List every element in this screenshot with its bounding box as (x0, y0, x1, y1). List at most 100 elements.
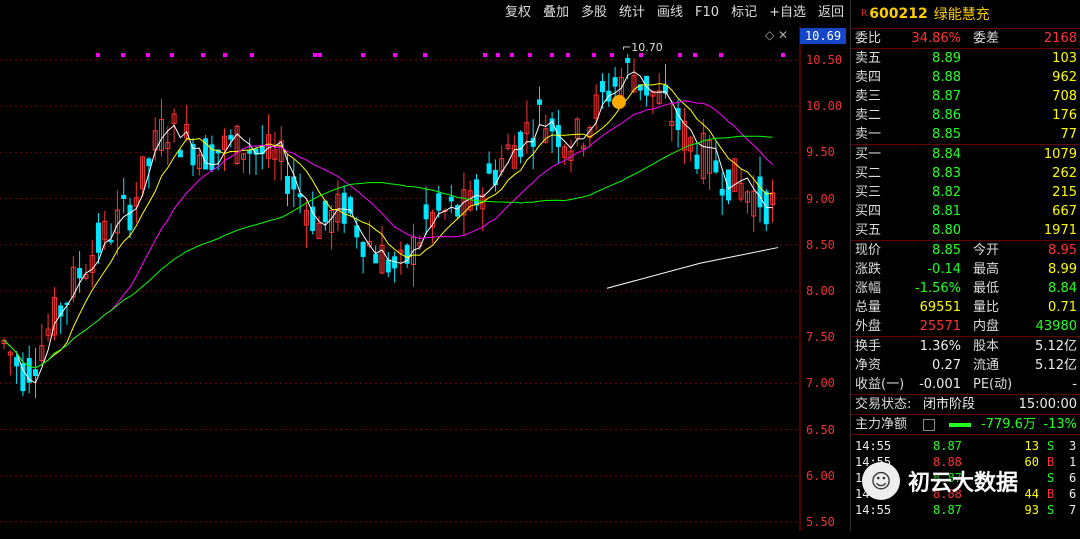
asks-price: 8.89 (932, 51, 961, 66)
ma20-line (3, 100, 773, 369)
toolbar-button-0[interactable]: 复权 (499, 0, 537, 26)
signal-marker (318, 53, 322, 57)
candle-body (322, 200, 328, 223)
candle-body (20, 363, 26, 392)
quote-panel: R 600212 绿能慧充 委比 34.86% 委差 2168 卖五 8.89 10… (850, 0, 1080, 531)
asks-label: 卖一 (855, 127, 882, 142)
candle-body (373, 253, 379, 264)
quote-label-2: 今开 (973, 243, 1000, 258)
bids-row[interactable]: 买一 8.84 1079 (851, 145, 1080, 164)
candle-body (108, 240, 114, 243)
signal-marker (610, 53, 614, 57)
bids-price: 8.82 (932, 185, 961, 200)
signal-marker (313, 53, 317, 57)
bids-label: 买二 (855, 166, 882, 181)
high-price-marker: ⌐10.70 (622, 41, 663, 54)
quote-value-2: 0.71 (1048, 300, 1077, 315)
y-tick-label: 7.00 (806, 376, 835, 391)
signal-marker (678, 53, 682, 57)
menu-icon[interactable] (923, 419, 935, 431)
bids-price: 8.81 (932, 204, 961, 219)
asks-row[interactable]: 卖一 8.85 77 (851, 125, 1080, 144)
asks-row[interactable]: 卖二 8.86 176 (851, 106, 1080, 125)
candle-body (96, 222, 101, 253)
trade-volume: 93 (1024, 503, 1039, 517)
quote-label: 现价 (855, 243, 882, 258)
signal-marker (423, 53, 427, 57)
asks-row[interactable]: 卖五 8.89 103 (851, 49, 1080, 68)
toolbar-button-2[interactable]: 多股 (575, 0, 613, 26)
candle-body (757, 176, 763, 208)
y-tick-label: 6.00 (806, 468, 835, 483)
candle-body (518, 131, 524, 157)
signal-marker (496, 53, 500, 57)
y-tick-label: 9.50 (806, 145, 835, 160)
bids-row[interactable]: 买三 8.82 215 (851, 183, 1080, 202)
quote-label-2: 量比 (973, 300, 1000, 315)
toolbar-button-4[interactable]: 画线 (651, 0, 689, 26)
asks-label: 卖二 (855, 108, 882, 123)
asks-volume: 103 (1052, 51, 1077, 66)
chart-diamond-icon[interactable]: ◇ ✕ (765, 28, 788, 42)
toolbar-button-6[interactable]: 标记 (725, 0, 763, 26)
quote-value-2: 5.12亿 (1035, 358, 1077, 373)
signal-marker (483, 53, 487, 57)
quote-label: 净资 (855, 358, 882, 373)
quote-value: 1.36% (919, 339, 961, 354)
ma60-line (3, 135, 773, 369)
trade-count: 1 (1069, 455, 1077, 469)
candlestick-chart-area[interactable]: ⌐10.70 复权 叠加 多股 统计 画线 F10 标记 +自选 返回 ◇ ✕ 10.69 10… (0, 0, 850, 531)
bids-row[interactable]: 买五 8.80 1971 (851, 221, 1080, 240)
candle-body (77, 268, 83, 279)
signal-marker (592, 53, 596, 57)
signal-marker (510, 53, 514, 57)
signal-marker (96, 53, 100, 57)
trade-price: 8.87 (933, 503, 962, 517)
quote-value: -0.14 (927, 262, 961, 277)
toolbar-button-8[interactable]: 返回 (812, 0, 850, 26)
weibi-value: 34.86% (911, 31, 961, 46)
asks-row[interactable]: 卖三 8.87 708 (851, 87, 1080, 106)
bids-volume: 1079 (1043, 147, 1077, 162)
quote-block-1: 现价 8.85 今开 8.95 涨跌 -0.14 最高 8.99 涨幅 -1.56% 最低 8.84 总… (851, 241, 1080, 337)
quote-label: 换手 (855, 339, 882, 354)
candle-body (146, 158, 152, 167)
quote-row-zhangdie: 涨跌 -0.14 最高 8.99 (851, 260, 1080, 279)
signal-marker (201, 53, 205, 57)
quote-value-2: - (1072, 377, 1077, 392)
candle-body (625, 57, 631, 63)
toolbar-button-3[interactable]: 统计 (613, 0, 651, 26)
trade-side: S (1047, 439, 1055, 453)
bids-price: 8.83 (932, 166, 961, 181)
asks-volume: 708 (1052, 89, 1077, 104)
trade-time: 14:55 (855, 439, 892, 453)
toolbar-button-5[interactable]: F10 (689, 0, 725, 26)
asks-label: 卖三 (855, 89, 882, 104)
toolbar-button-7[interactable]: +自选 (763, 0, 812, 26)
stock-header[interactable]: R 600212 绿能慧充 (851, 0, 1080, 29)
quote-row-zhangfu: 涨幅 -1.56% 最低 8.84 (851, 279, 1080, 298)
candle-body (600, 81, 605, 93)
status-time: 15:00:00 (1018, 397, 1077, 412)
price-chart[interactable]: ⌐10.70 (0, 0, 850, 531)
quote-label: 涨幅 (855, 281, 882, 296)
bids-volume: 262 (1052, 166, 1077, 181)
candle-body (26, 357, 32, 383)
asks-row[interactable]: 卖四 8.88 962 (851, 68, 1080, 87)
bids-row[interactable]: 买四 8.81 667 (851, 202, 1080, 221)
event-icon[interactable] (612, 95, 626, 109)
quote-label-2: 最低 (973, 281, 1000, 296)
weibi-row: 委比 34.86% 委差 2168 (851, 29, 1080, 49)
zhuli-row[interactable]: 主力净额 -779.6万 -13% (851, 415, 1080, 435)
quote-row-jingzi: 净资 0.27 流通 5.12亿 (851, 356, 1080, 375)
toolbar-button-1[interactable]: 叠加 (537, 0, 575, 26)
quote-row-waipan: 外盘 25571 内盘 43980 (851, 317, 1080, 336)
quote-value: 8.85 (932, 243, 961, 258)
signal-marker (719, 53, 723, 57)
signal-marker (781, 53, 785, 57)
signal-marker (121, 53, 125, 57)
quote-value: 0.27 (932, 358, 961, 373)
bids-row[interactable]: 买二 8.83 262 (851, 164, 1080, 183)
candle-body (385, 259, 391, 273)
weicha-value: 2168 (1043, 31, 1077, 46)
